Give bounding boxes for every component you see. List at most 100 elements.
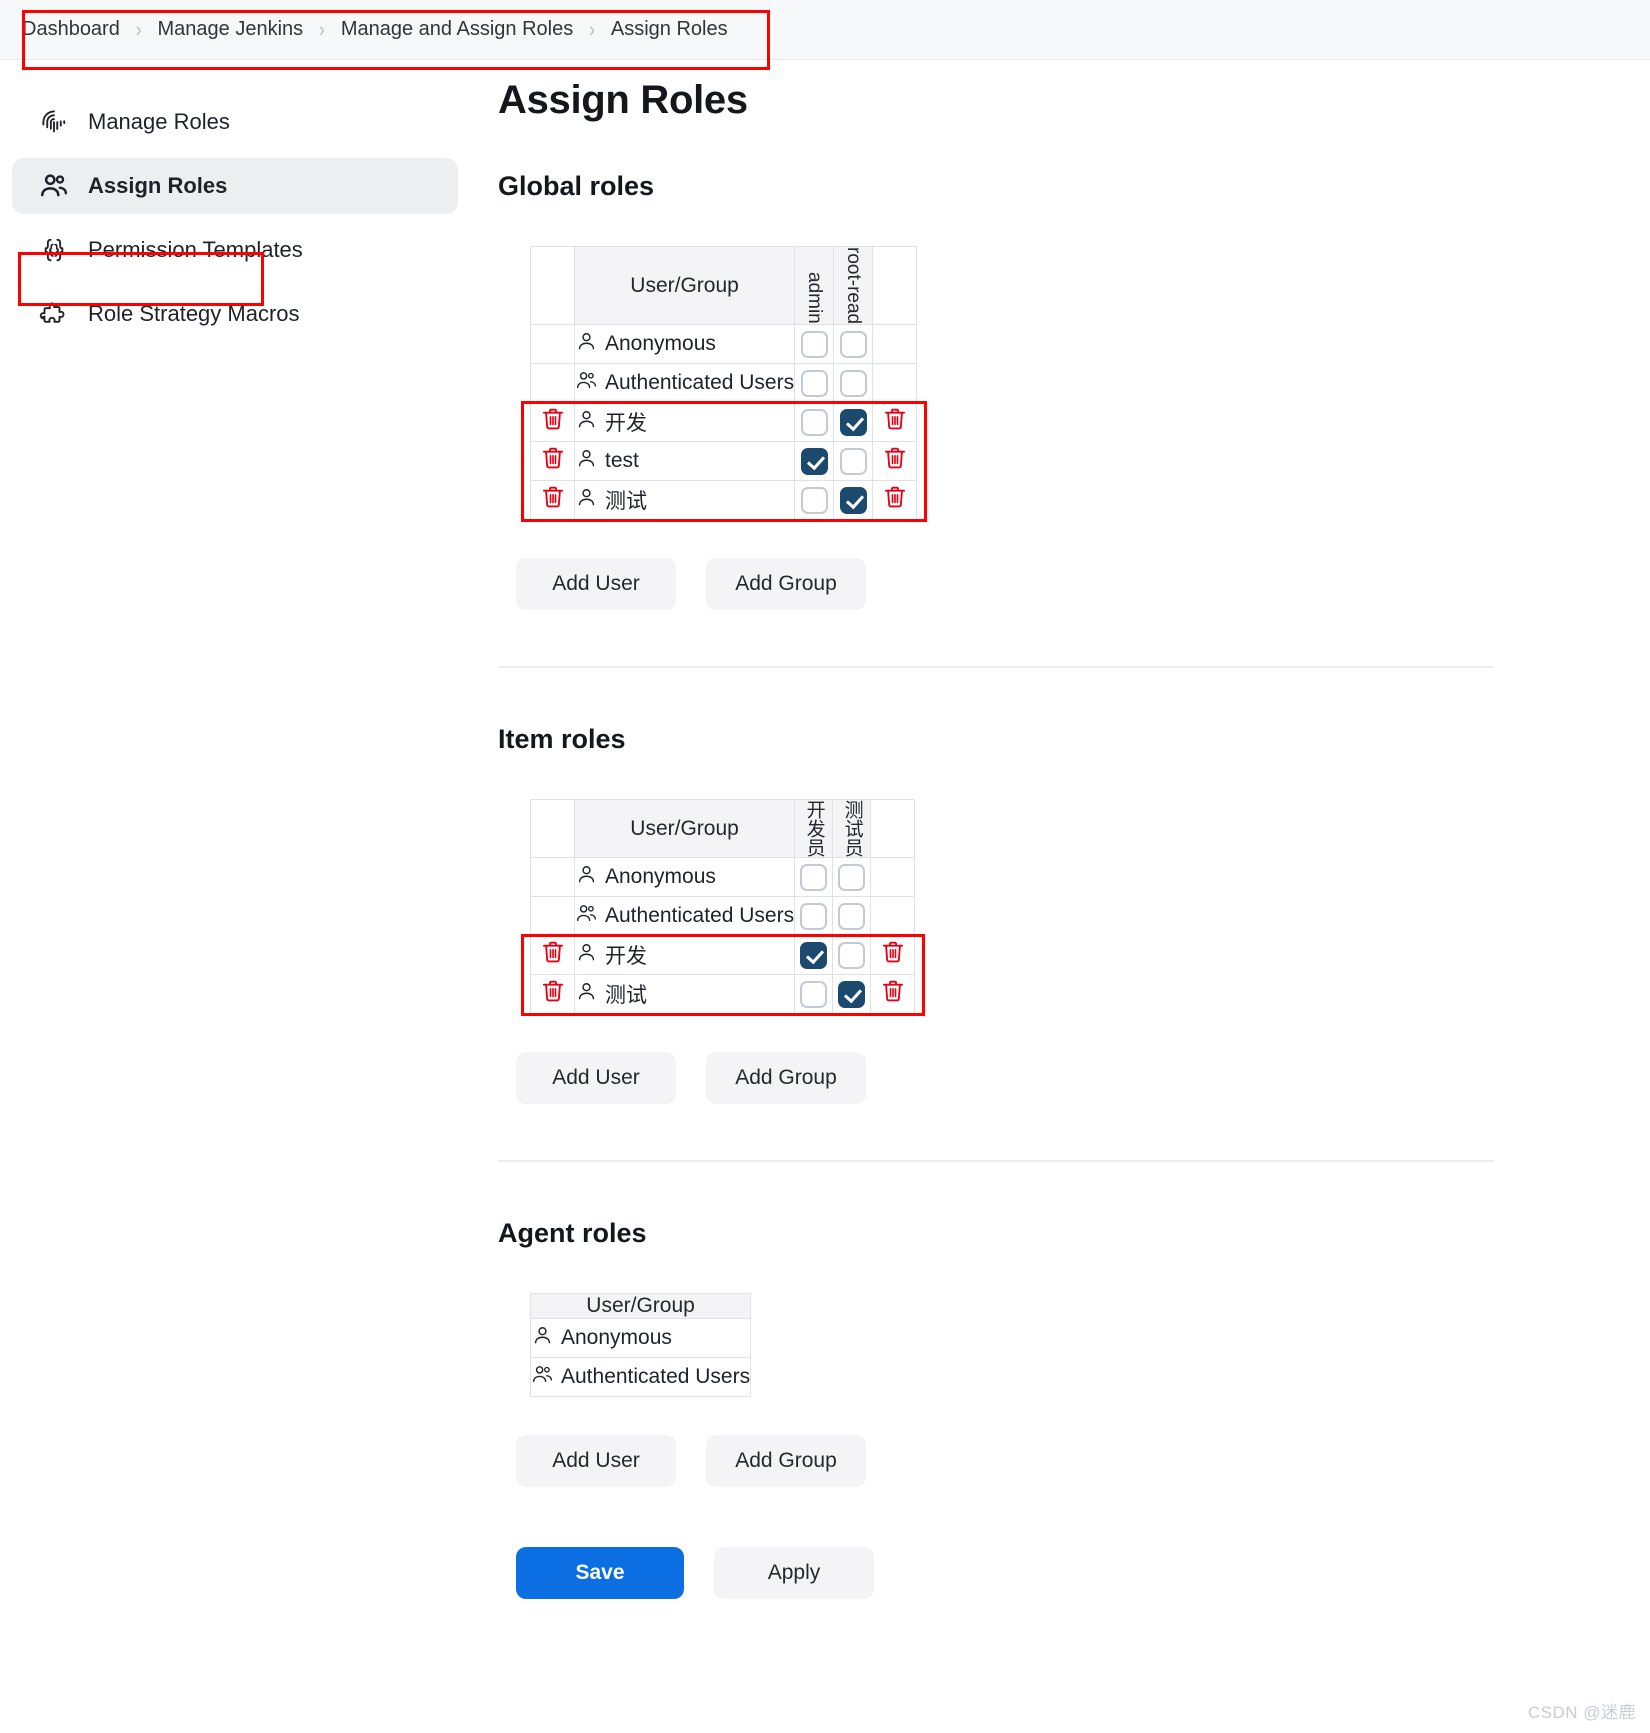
cell-role-2[interactable]	[833, 480, 874, 521]
add-group-button[interactable]: Add Group	[706, 558, 866, 611]
row-spacer-right	[872, 363, 918, 404]
cell-role-1[interactable]	[794, 857, 834, 898]
user-icon	[575, 447, 598, 476]
save-button[interactable]: Save	[516, 1547, 684, 1600]
user-group-label: 测试	[605, 490, 647, 514]
checkbox-unchecked[interactable]	[839, 447, 867, 475]
delete-row-button-right[interactable]	[872, 441, 918, 482]
user-group-label: 开发	[605, 412, 647, 436]
cell-role-2[interactable]	[832, 935, 872, 976]
table-row: 测试	[530, 974, 916, 1015]
checkbox-unchecked[interactable]	[800, 863, 828, 891]
breadcrumb-separator-icon: ›	[319, 17, 325, 41]
delete-row-button-left[interactable]	[530, 974, 575, 1015]
cell-role-1[interactable]	[794, 896, 834, 937]
add-group-button[interactable]: Add Group	[706, 1052, 866, 1105]
delete-row-button-right[interactable]	[870, 935, 916, 976]
checkbox-unchecked[interactable]	[839, 330, 867, 358]
delete-row-button-right[interactable]	[872, 402, 918, 443]
section-buttons: Add User Add Group	[516, 1052, 1494, 1105]
add-group-button[interactable]: Add Group	[706, 1435, 866, 1488]
cell-role-2[interactable]	[833, 441, 874, 482]
delete-row-button-left[interactable]	[530, 935, 575, 976]
sidebar-item-role-strategy-macros[interactable]: Role Strategy Macros	[12, 286, 458, 342]
delete-row-button-right[interactable]	[872, 480, 918, 521]
column-header-role-label: root-read	[843, 247, 865, 325]
checkbox-unchecked[interactable]	[839, 369, 867, 397]
checkbox-unchecked[interactable]	[800, 408, 828, 436]
column-header-user-group: User/Group	[573, 245, 796, 326]
cell-role-2[interactable]	[833, 324, 874, 365]
add-user-button[interactable]: Add User	[516, 558, 676, 611]
row-spacer-right	[870, 896, 916, 937]
column-header-role-2: root-read	[833, 245, 874, 326]
people-icon	[38, 170, 70, 202]
delete-row-button-right[interactable]	[870, 974, 916, 1015]
user-group-content: 测试	[575, 485, 794, 515]
trash-icon[interactable]	[540, 445, 566, 471]
trash-icon[interactable]	[540, 406, 566, 432]
cell-role-1[interactable]	[794, 363, 835, 404]
trash-icon[interactable]	[540, 484, 566, 510]
breadcrumb-item-1[interactable]: Dashboard	[22, 18, 120, 41]
user-group-label: Authenticated Users	[605, 904, 795, 928]
section-divider	[498, 1160, 1494, 1163]
breadcrumb-item-3[interactable]: Manage and Assign Roles	[341, 18, 573, 41]
checkbox-checked[interactable]	[838, 980, 866, 1008]
add-user-button[interactable]: Add User	[516, 1052, 676, 1105]
checkbox-unchecked[interactable]	[838, 863, 866, 891]
checkbox-checked[interactable]	[800, 447, 828, 475]
checkbox-unchecked[interactable]	[838, 902, 866, 930]
trash-icon[interactable]	[880, 939, 906, 965]
checkbox-unchecked[interactable]	[800, 486, 828, 514]
user-group-content: Anonymous	[531, 1324, 750, 1353]
sidebar-item-manage-roles[interactable]: Manage Roles	[12, 94, 458, 150]
checkbox-checked[interactable]	[839, 408, 867, 436]
table-row: 开发	[530, 935, 916, 976]
delete-row-button-left[interactable]	[530, 441, 575, 482]
delete-row-button-left[interactable]	[530, 402, 575, 443]
trash-icon[interactable]	[882, 484, 908, 510]
trash-icon[interactable]	[882, 445, 908, 471]
trash-icon[interactable]	[540, 978, 566, 1004]
cell-role-1[interactable]	[794, 324, 835, 365]
add-user-button[interactable]: Add User	[516, 1435, 676, 1488]
cell-role-2[interactable]	[832, 857, 872, 898]
checkbox-unchecked[interactable]	[800, 369, 828, 397]
table-row: Authenticated Users	[530, 896, 916, 937]
breadcrumb-item-4[interactable]: Assign Roles	[611, 18, 728, 41]
apply-button[interactable]: Apply	[714, 1547, 874, 1600]
trash-icon[interactable]	[540, 939, 566, 965]
checkbox-checked[interactable]	[800, 941, 828, 969]
checkbox-unchecked[interactable]	[838, 941, 866, 969]
cell-role-2[interactable]	[833, 402, 874, 443]
checkbox-unchecked[interactable]	[800, 902, 828, 930]
header-spacer-right	[870, 799, 916, 859]
trash-icon[interactable]	[880, 978, 906, 1004]
cell-role-2[interactable]	[833, 363, 874, 404]
trash-icon[interactable]	[882, 406, 908, 432]
checkbox-unchecked[interactable]	[800, 980, 828, 1008]
user-icon	[531, 1324, 554, 1353]
checkbox-checked[interactable]	[839, 486, 867, 514]
cell-role-1[interactable]	[794, 974, 834, 1015]
column-header-role-2: 测试员	[832, 799, 872, 859]
breadcrumb-item-2[interactable]: Manage Jenkins	[158, 18, 304, 41]
cell-role-1[interactable]	[794, 402, 835, 443]
column-header-role-1: 开发员	[794, 799, 834, 859]
cell-role-2[interactable]	[832, 896, 872, 937]
fingerprint-icon	[38, 106, 70, 138]
sidebar-item-label: Permission Templates	[88, 237, 303, 262]
delete-row-button-left[interactable]	[530, 480, 575, 521]
sidebar-item-label: Role Strategy Macros	[88, 301, 300, 326]
cell-role-1[interactable]	[794, 480, 835, 521]
sidebar-item-permission-templates[interactable]: Permission Templates	[12, 222, 458, 278]
cell-user-group: 开发	[573, 935, 796, 976]
section-title: Item roles	[498, 724, 626, 755]
checkbox-unchecked[interactable]	[800, 330, 828, 358]
cell-role-2[interactable]	[832, 974, 872, 1015]
cell-role-1[interactable]	[794, 935, 834, 976]
roles-table-wrapper: User/Group 开发员 测试员 Anonymous Authenticated U…	[520, 799, 925, 1016]
sidebar-item-assign-roles[interactable]: Assign Roles	[12, 158, 458, 214]
cell-role-1[interactable]	[794, 441, 835, 482]
